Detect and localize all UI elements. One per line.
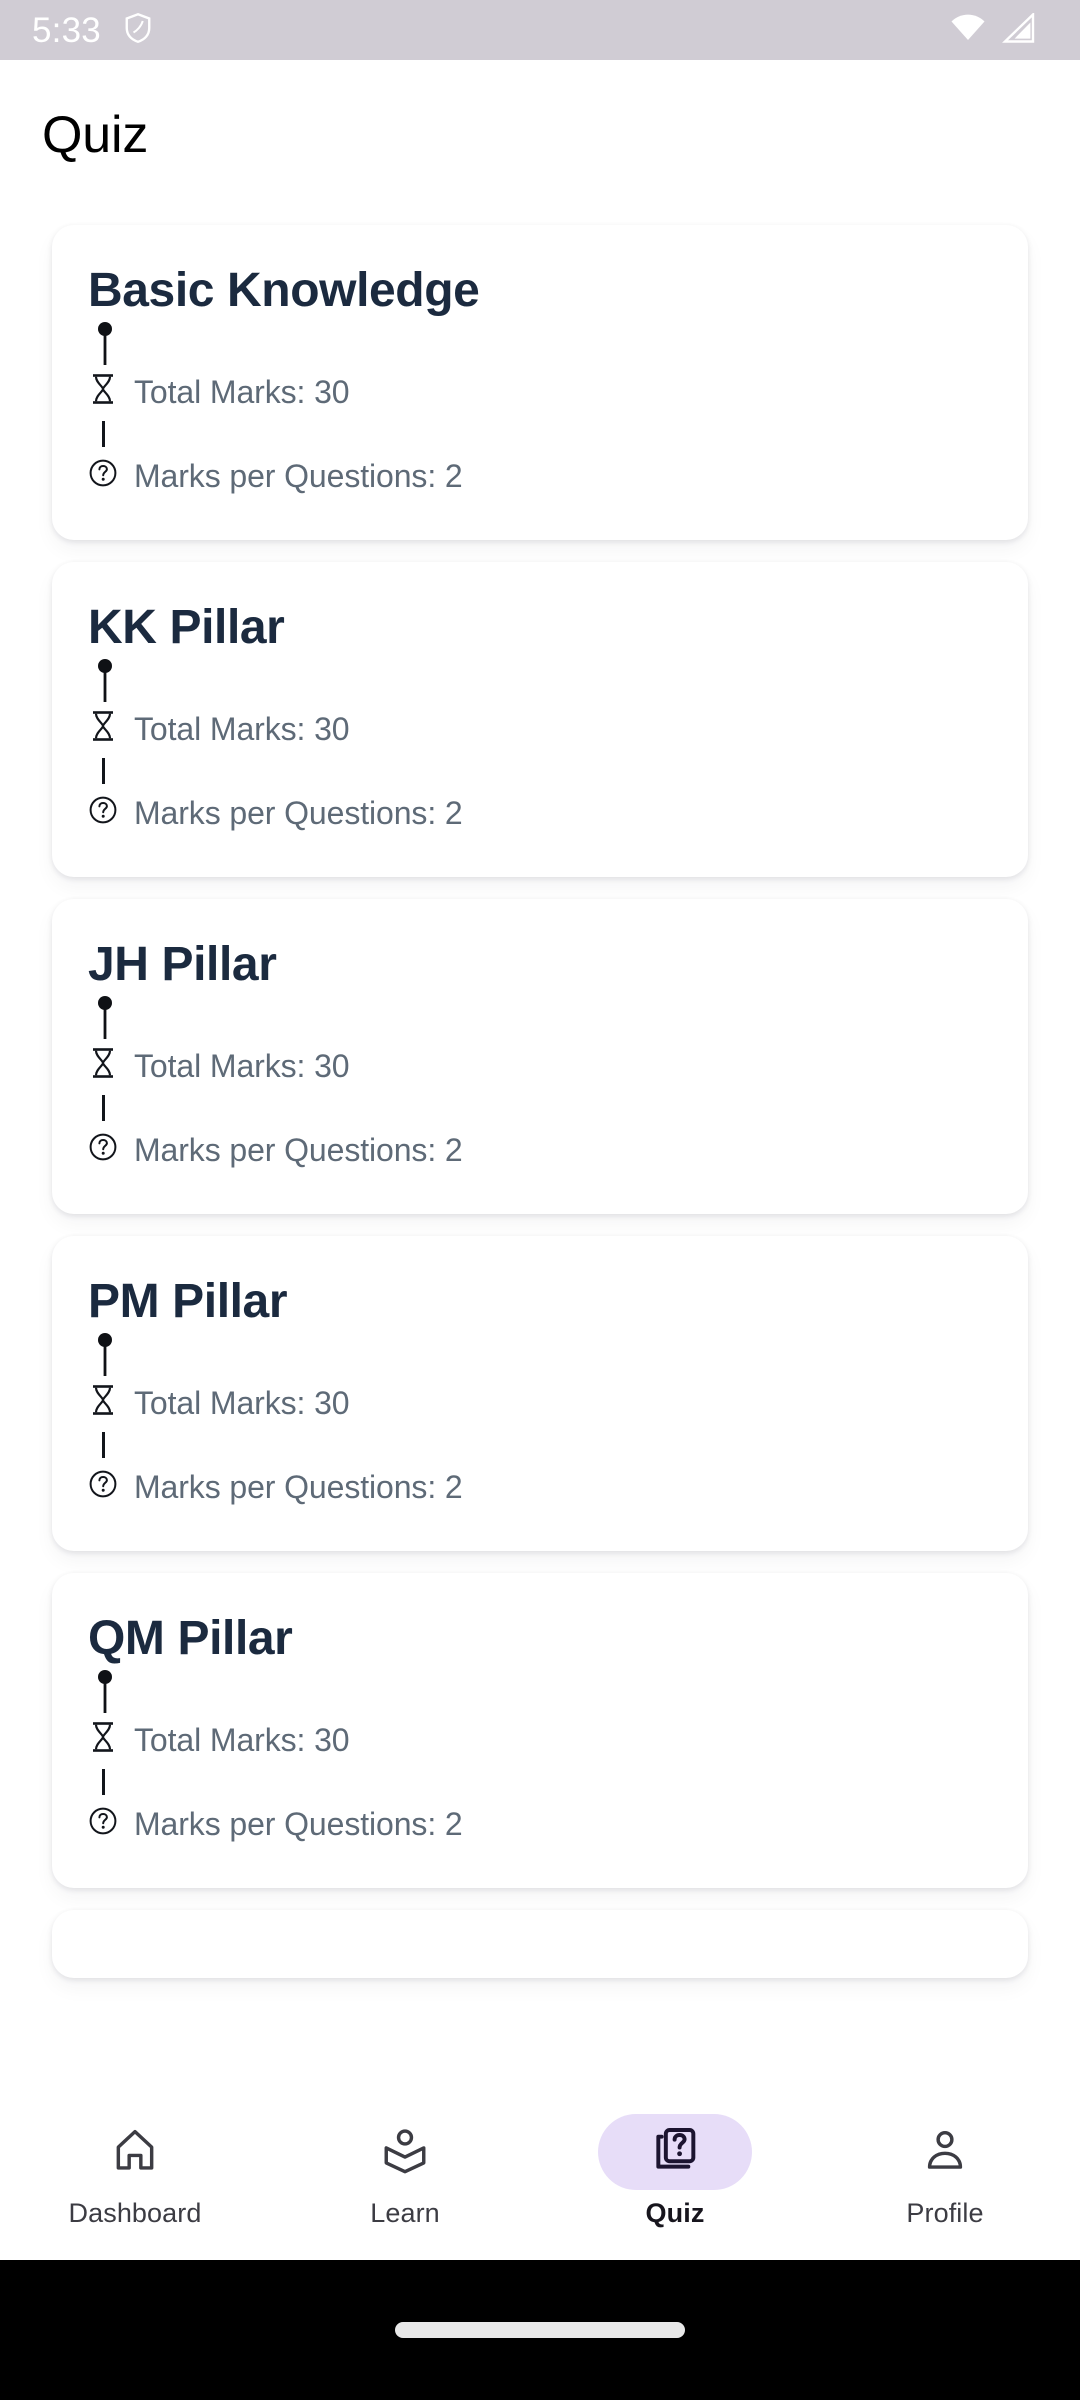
marks-per-question-label: Marks per Questions: 2 <box>134 1132 463 1168</box>
total-marks-row: Total Marks: 30 <box>88 1378 992 1428</box>
question-circle-icon <box>88 795 118 831</box>
status-bar-left: 5:33 <box>32 11 153 50</box>
nav-indicator-dashboard <box>58 2114 212 2190</box>
nav-label-learn: Learn <box>370 2198 440 2228</box>
school-icon <box>380 2125 430 2180</box>
marks-per-question-label: Marks per Questions: 2 <box>134 1806 463 1842</box>
meta-connector-line <box>88 417 118 451</box>
status-bar-clock: 5:33 <box>32 10 101 50</box>
nav-indicator-learn <box>328 2114 482 2190</box>
quiz-card[interactable]: Basic Knowledge Total Marks: 30 Marks per … <box>52 225 1028 540</box>
quiz-card-title: JH Pillar <box>88 938 277 991</box>
quiz-card[interactable]: PM Pillar Total Marks: 30 Marks per Questi… <box>52 1236 1028 1551</box>
quiz-card[interactable]: JH Pillar Total Marks: 30 Marks per Questi… <box>52 899 1028 1214</box>
system-status-bar: 5:33 <box>0 0 1080 60</box>
nav-item-dashboard[interactable]: Dashboard <box>15 2114 255 2228</box>
pin-marker-icon <box>88 658 134 704</box>
bottom-navigation-bar: Dashboard Learn Quiz Profile <box>0 2100 1080 2260</box>
quiz-card-partial[interactable] <box>52 1910 1028 1978</box>
quiz-icon <box>650 2125 700 2180</box>
total-marks-label: Total Marks: 30 <box>134 1385 350 1421</box>
pin-marker-icon <box>88 995 134 1041</box>
app-screen: 5:33 Quiz Basic Knowledge Total Marks: 3… <box>0 0 1080 2400</box>
quiz-card[interactable]: QM Pillar Total Marks: 30 Marks per Questi… <box>52 1573 1028 1888</box>
total-marks-row: Total Marks: 30 <box>88 367 992 417</box>
system-gesture-bar <box>0 2260 1080 2400</box>
wifi-icon <box>950 13 986 48</box>
marks-per-question-row: Marks per Questions: 2 <box>88 788 992 838</box>
nav-indicator-quiz <box>598 2114 752 2190</box>
total-marks-label: Total Marks: 30 <box>134 374 350 410</box>
nav-item-quiz[interactable]: Quiz <box>555 2114 795 2228</box>
nav-indicator-profile <box>868 2114 1022 2190</box>
hourglass-icon <box>88 373 118 411</box>
nav-label-profile: Profile <box>906 2198 984 2228</box>
pin-marker-icon <box>88 321 134 367</box>
page-title: Quiz <box>42 106 149 164</box>
pin-marker-icon <box>88 1669 134 1715</box>
gesture-handle[interactable] <box>395 2322 685 2338</box>
quiz-card-title: KK Pillar <box>88 601 285 654</box>
total-marks-label: Total Marks: 30 <box>134 1048 350 1084</box>
hourglass-icon <box>88 1721 118 1759</box>
hourglass-icon <box>88 1047 118 1085</box>
meta-connector-line <box>88 754 118 788</box>
quiz-card-meta: Total Marks: 30 Marks per Questions: 2 <box>88 321 992 501</box>
quiz-card-title: Basic Knowledge <box>88 264 480 317</box>
shield-icon <box>123 11 153 50</box>
status-bar-right <box>950 11 1054 48</box>
quiz-card-meta: Total Marks: 30 Marks per Questions: 2 <box>88 1669 992 1849</box>
total-marks-row: Total Marks: 30 <box>88 1041 992 1091</box>
marks-per-question-row: Marks per Questions: 2 <box>88 1462 992 1512</box>
marks-per-question-label: Marks per Questions: 2 <box>134 795 463 831</box>
nav-item-learn[interactable]: Learn <box>285 2114 525 2228</box>
question-circle-icon <box>88 1469 118 1505</box>
cellular-signal-icon <box>1002 11 1036 48</box>
total-marks-row: Total Marks: 30 <box>88 704 992 754</box>
quiz-card-meta: Total Marks: 30 Marks per Questions: 2 <box>88 995 992 1175</box>
question-circle-icon <box>88 1132 118 1168</box>
quiz-card-meta: Total Marks: 30 Marks per Questions: 2 <box>88 658 992 838</box>
marks-per-question-row: Marks per Questions: 2 <box>88 1125 992 1175</box>
marks-per-question-label: Marks per Questions: 2 <box>134 458 463 494</box>
hourglass-icon <box>88 1384 118 1422</box>
meta-connector-line <box>88 1765 118 1799</box>
total-marks-row: Total Marks: 30 <box>88 1715 992 1765</box>
hourglass-icon <box>88 710 118 748</box>
nav-item-profile[interactable]: Profile <box>825 2114 1065 2228</box>
quiz-card-meta: Total Marks: 30 Marks per Questions: 2 <box>88 1332 992 1512</box>
quiz-card-title: QM Pillar <box>88 1612 293 1665</box>
total-marks-label: Total Marks: 30 <box>134 711 350 747</box>
quiz-list-scroll-area[interactable]: Basic Knowledge Total Marks: 30 Marks per … <box>0 200 1080 2120</box>
pin-marker-icon <box>88 1332 134 1378</box>
quiz-card-title: PM Pillar <box>88 1275 288 1328</box>
marks-per-question-label: Marks per Questions: 2 <box>134 1469 463 1505</box>
home-icon <box>110 2125 160 2180</box>
question-circle-icon <box>88 458 118 494</box>
marks-per-question-row: Marks per Questions: 2 <box>88 451 992 501</box>
quiz-list: Basic Knowledge Total Marks: 30 Marks per … <box>0 200 1080 1978</box>
nav-label-dashboard: Dashboard <box>68 2198 202 2228</box>
question-circle-icon <box>88 1806 118 1842</box>
nav-label-quiz: Quiz <box>645 2198 705 2228</box>
meta-connector-line <box>88 1428 118 1462</box>
person-icon <box>920 2125 970 2180</box>
marks-per-question-row: Marks per Questions: 2 <box>88 1799 992 1849</box>
meta-connector-line <box>88 1091 118 1125</box>
quiz-card[interactable]: KK Pillar Total Marks: 30 Marks per Questi… <box>52 562 1028 877</box>
total-marks-label: Total Marks: 30 <box>134 1722 350 1758</box>
